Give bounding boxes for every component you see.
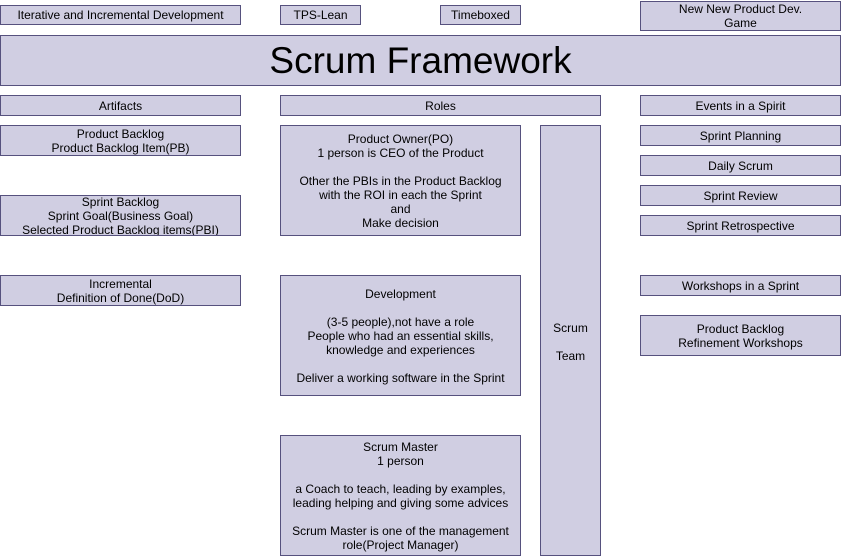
incremental-box: Incremental Definition of Done(DoD) — [0, 275, 241, 306]
development-box: Development (3-5 people),not have a role… — [280, 275, 521, 396]
new-product-dev-game-box: New New Product Dev. Game — [640, 1, 841, 31]
product-owner-box: Product Owner(PO) 1 person is CEO of the… — [280, 125, 521, 236]
daily-scrum-box: Daily Scrum — [640, 155, 841, 176]
sprint-backlog-box: Sprint Backlog Sprint Goal(Business Goal… — [0, 195, 241, 236]
sprint-review-box: Sprint Review — [640, 185, 841, 206]
product-backlog-box: Product Backlog Product Backlog Item(PB) — [0, 125, 241, 156]
artifacts-header: Artifacts — [0, 95, 241, 116]
sprint-planning-box: Sprint Planning — [640, 125, 841, 146]
scrum-framework-title: Scrum Framework — [0, 35, 841, 86]
workshops-header: Workshops in a Sprint — [640, 275, 841, 296]
events-header: Events in a Spirit — [640, 95, 841, 116]
roles-header: Roles — [280, 95, 601, 116]
iterative-development-box: Iterative and Incremental Development — [0, 5, 241, 25]
scrum-team-box: Scrum Team — [540, 125, 601, 556]
sprint-retrospective-box: Sprint Retrospective — [640, 215, 841, 236]
tps-lean-box: TPS-Lean — [280, 5, 361, 25]
refinement-workshops-box: Product Backlog Refinement Workshops — [640, 315, 841, 356]
timeboxed-box: Timeboxed — [440, 5, 521, 25]
scrum-master-box: Scrum Master 1 person a Coach to teach, … — [280, 435, 521, 556]
